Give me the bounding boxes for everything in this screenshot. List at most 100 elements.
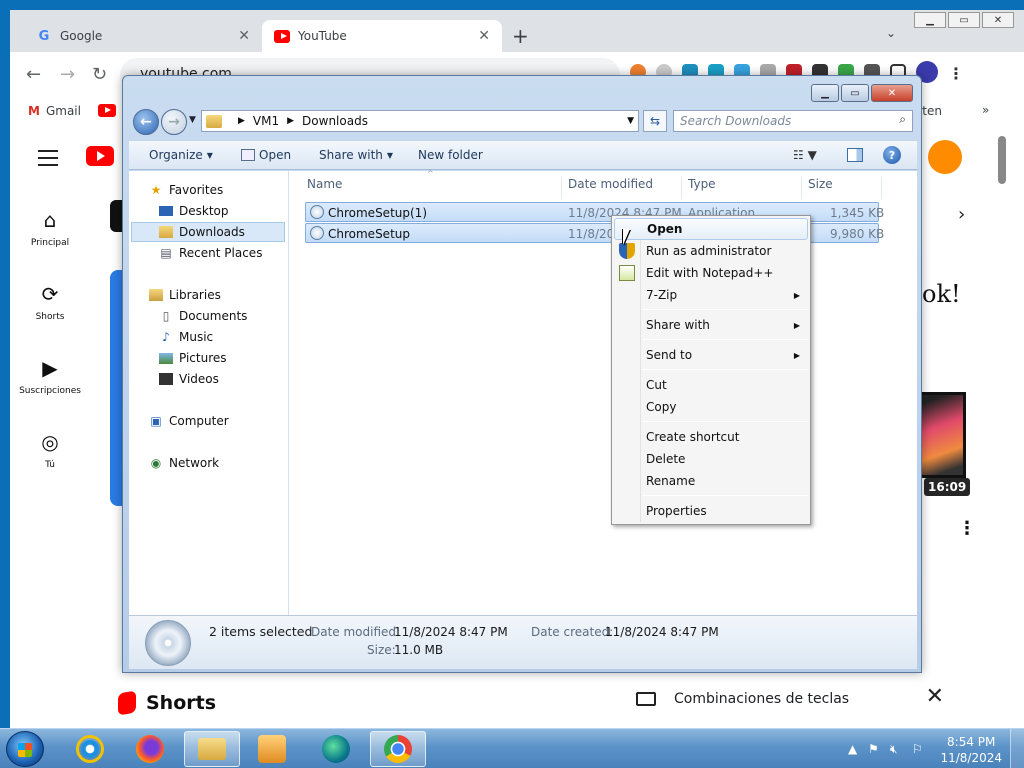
- column-divider[interactable]: [881, 177, 882, 199]
- column-divider[interactable]: [561, 177, 562, 199]
- nav-pictures[interactable]: Pictures: [159, 348, 227, 368]
- menu-item-rename[interactable]: Rename: [614, 470, 808, 492]
- column-divider[interactable]: [681, 177, 682, 199]
- breadcrumb-item-vm1[interactable]: VM1: [253, 114, 279, 128]
- hamburger-menu-icon[interactable]: [38, 150, 58, 166]
- taskbar-edge[interactable]: [308, 731, 364, 767]
- close-tab-icon[interactable]: ✕: [478, 28, 490, 44]
- nav-computer[interactable]: ▣ Computer: [149, 411, 228, 431]
- taskbar-chrome[interactable]: [370, 731, 426, 767]
- search-icon[interactable]: ⌕: [899, 112, 906, 127]
- column-name[interactable]: Name: [307, 177, 342, 191]
- action-center-icon[interactable]: ⚑: [868, 742, 879, 756]
- menu-item-label: Copy: [646, 400, 677, 414]
- menu-item-create-shortcut[interactable]: Create shortcut: [614, 426, 808, 448]
- flag-icon[interactable]: ⚐: [912, 742, 923, 756]
- nav-desktop[interactable]: Desktop: [159, 201, 229, 221]
- taskbar: ▲ ⚑ 🔇︎ ⚐ 8:54 PM 11/8/2024: [0, 728, 1024, 768]
- forward-button[interactable]: →: [161, 109, 187, 135]
- volume-muted-icon[interactable]: 🔇︎: [890, 742, 898, 757]
- new-tab-button[interactable]: +: [512, 24, 529, 48]
- maximize-button[interactable]: ▭: [948, 12, 980, 28]
- back-button[interactable]: ←: [133, 109, 159, 135]
- change-view-icon[interactable]: ☷ ▼: [793, 148, 817, 162]
- close-tab-icon[interactable]: ✕: [238, 28, 250, 44]
- close-icon[interactable]: ✕: [926, 684, 944, 709]
- reload-icon[interactable]: ↻: [92, 64, 107, 85]
- sidebar-item-label: Shorts: [35, 312, 65, 322]
- file-list: Name ^ Date modified Type Size ChromeSet…: [295, 169, 917, 615]
- breadcrumb-item-downloads[interactable]: Downloads: [302, 114, 368, 128]
- tab-youtube[interactable]: YouTube ✕: [262, 20, 502, 52]
- menu-item-edit-with-notepad[interactable]: Edit with Notepad++: [614, 262, 808, 284]
- start-button[interactable]: [6, 731, 44, 767]
- more-bookmarks-icon[interactable]: »: [982, 103, 989, 117]
- breadcrumb-separator-icon[interactable]: ▶: [287, 116, 294, 126]
- help-icon[interactable]: ?: [883, 146, 901, 164]
- nav-libraries[interactable]: Libraries: [149, 285, 221, 305]
- open-button[interactable]: Open: [241, 148, 291, 162]
- minimize-button[interactable]: ▁: [914, 12, 946, 28]
- bookmark-gmail[interactable]: M Gmail: [28, 104, 81, 118]
- sidebar-item-shorts[interactable]: ⟳ Shorts: [14, 282, 86, 322]
- new-folder-button[interactable]: New folder: [418, 148, 483, 162]
- menu-item-send-to[interactable]: Send to ▶: [614, 344, 808, 366]
- tab-google[interactable]: G Google ✕: [24, 20, 262, 52]
- organize-button[interactable]: Organize ▼: [149, 148, 213, 162]
- taskbar-internet-explorer[interactable]: [62, 731, 118, 767]
- sidebar-item-subscriptions[interactable]: ▶ Suscripciones: [14, 356, 86, 396]
- sidebar-item-principal[interactable]: ⌂ Principal: [14, 208, 86, 248]
- date-created-value: 11/8/2024 8:47 PM: [605, 625, 719, 639]
- show-hidden-icons-icon[interactable]: ▲: [848, 742, 857, 756]
- tab-search-chevron-icon[interactable]: ⌄: [886, 26, 896, 40]
- nav-videos[interactable]: Videos: [159, 369, 219, 389]
- video-options-icon[interactable]: ⋮: [958, 518, 976, 539]
- scrollbar[interactable]: [998, 136, 1006, 184]
- menu-item-7zip[interactable]: 7-Zip ▶: [614, 284, 808, 306]
- address-dropdown-icon[interactable]: ▼: [627, 116, 634, 126]
- menu-item-copy[interactable]: Copy: [614, 396, 808, 418]
- clock[interactable]: 8:54 PM 11/8/2024: [940, 734, 1002, 766]
- column-size[interactable]: Size: [808, 177, 833, 191]
- sidebar-item-you[interactable]: ◎ Tú: [14, 430, 86, 470]
- show-desktop-button[interactable]: [1010, 729, 1024, 768]
- recent-pages-chevron-icon[interactable]: ▼: [189, 115, 196, 125]
- column-date-modified[interactable]: Date modified: [568, 177, 653, 191]
- column-divider[interactable]: [801, 177, 802, 199]
- bookmark-youtube[interactable]: [98, 104, 116, 117]
- kebab-menu-icon[interactable]: ⋮: [948, 64, 964, 83]
- menu-item-delete[interactable]: Delete: [614, 448, 808, 470]
- taskbar-firefox[interactable]: [122, 731, 178, 767]
- menu-item-share-with[interactable]: Share with ▶: [614, 314, 808, 336]
- close-button[interactable]: ✕: [982, 12, 1014, 28]
- breadcrumb-separator-icon[interactable]: ▶: [238, 116, 245, 126]
- menu-item-cut[interactable]: Cut: [614, 374, 808, 396]
- avatar[interactable]: [928, 140, 962, 174]
- taskbar-media-player[interactable]: [244, 731, 300, 767]
- nav-documents[interactable]: ▯ Documents: [159, 306, 248, 326]
- share-with-button[interactable]: Share with ▼: [319, 148, 393, 162]
- nav-music[interactable]: ♪ Music: [159, 327, 213, 347]
- youtube-logo[interactable]: [86, 146, 114, 166]
- maximize-button[interactable]: ▭: [841, 84, 869, 102]
- nav-downloads[interactable]: Downloads: [131, 222, 285, 242]
- menu-item-properties[interactable]: Properties: [614, 500, 808, 522]
- nav-network[interactable]: ◉ Network: [149, 453, 219, 473]
- taskbar-file-explorer[interactable]: [184, 731, 240, 767]
- column-type[interactable]: Type: [688, 177, 716, 191]
- close-button[interactable]: ✕: [871, 84, 913, 102]
- back-arrow-icon[interactable]: ←: [26, 64, 41, 85]
- minimize-button[interactable]: ▁: [811, 84, 839, 102]
- search-input[interactable]: Search Downloads ⌕: [673, 110, 913, 132]
- bookmark-label: Gmail: [45, 104, 81, 118]
- preview-pane-icon[interactable]: [847, 148, 863, 162]
- nav-recent-places[interactable]: ▤ Recent Places: [159, 243, 262, 263]
- menu-item-run-as-administrator[interactable]: Run as administrator: [614, 240, 808, 262]
- refresh-button[interactable]: ⇆: [643, 110, 667, 132]
- chevron-right-icon[interactable]: ›: [958, 204, 965, 225]
- nav-favorites[interactable]: ★ Favorites: [149, 180, 224, 200]
- menu-item-open[interactable]: Open: [614, 218, 808, 240]
- video-thumbnail[interactable]: [916, 392, 966, 478]
- breadcrumb[interactable]: ▶ VM1 ▶ Downloads ▼: [201, 110, 639, 132]
- forward-arrow-icon[interactable]: →: [60, 64, 75, 85]
